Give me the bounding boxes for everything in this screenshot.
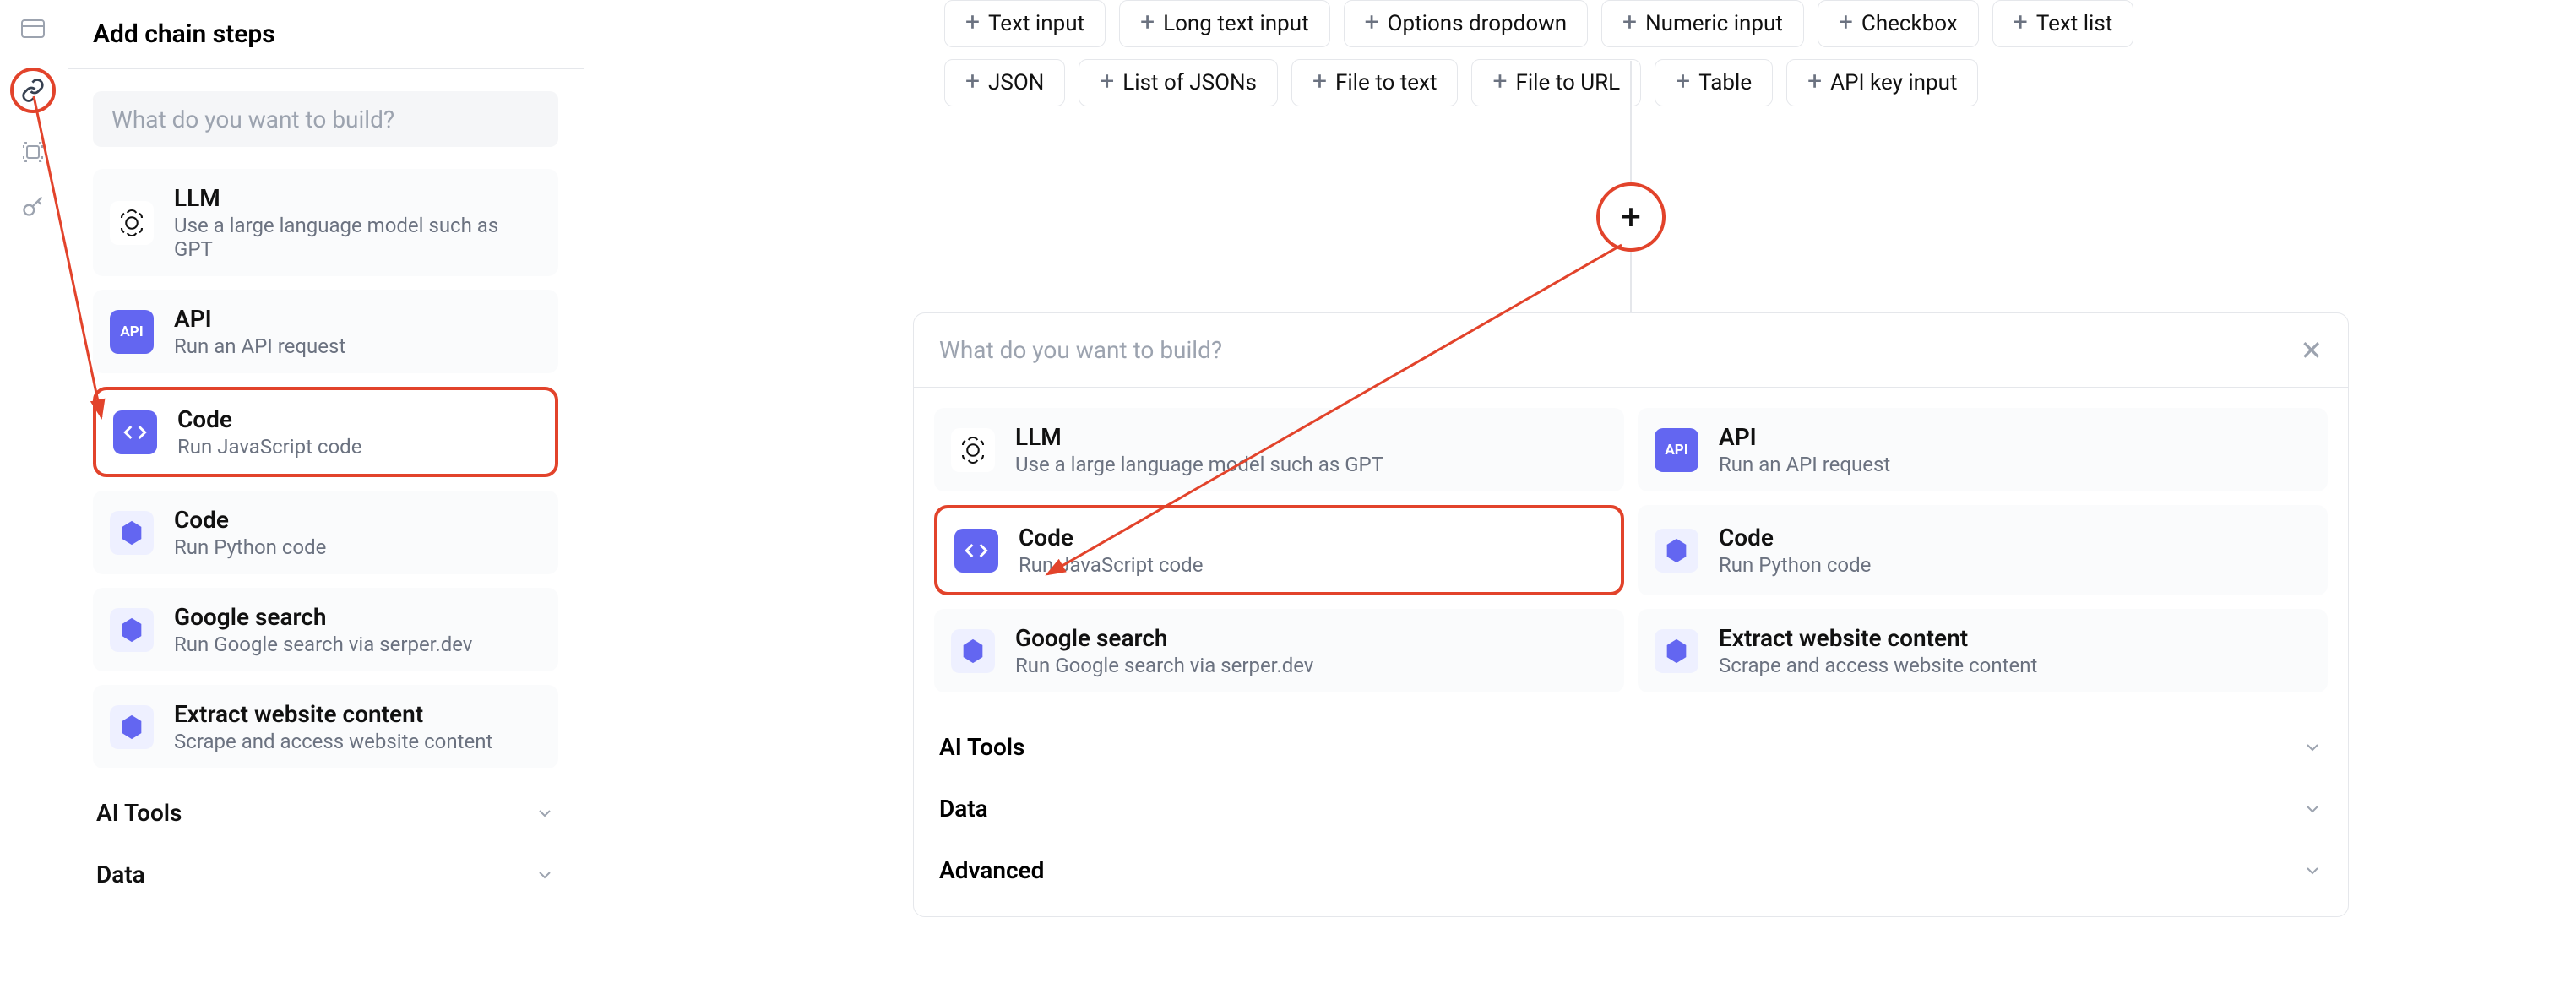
- panel-item-code[interactable]: CodeRun JavaScript code: [934, 505, 1624, 595]
- item-title: Extract website content: [174, 700, 492, 728]
- item-desc: Run an API request: [1719, 453, 1890, 476]
- pill-table[interactable]: +Table: [1655, 59, 1773, 106]
- item-desc: Run Python code: [1719, 553, 1871, 577]
- item-desc: Use a large language model such as GPT: [1015, 453, 1383, 476]
- canvas: +Text input +Long text input +Options drop…: [584, 0, 2576, 983]
- pill-api-key-input[interactable]: +API key input: [1786, 59, 1978, 106]
- sidebar: Add chain steps What do you want to buil…: [68, 0, 584, 983]
- panel-item-code[interactable]: CodeRun Python code: [1638, 505, 2328, 595]
- item-desc: Run Google search via serper.dev: [1015, 654, 1313, 677]
- pill-text-list[interactable]: +Text list: [1992, 0, 2134, 47]
- plus-icon: +: [1622, 8, 1637, 37]
- panel-item-extract-website-content[interactable]: Extract website contentScrape and access…: [1638, 609, 2328, 692]
- item-desc: Run Python code: [174, 535, 326, 559]
- panel-accordion-advanced[interactable]: Advanced: [939, 839, 2323, 901]
- close-icon[interactable]: ✕: [2300, 334, 2323, 367]
- panel-search[interactable]: What do you want to build?: [939, 336, 2300, 364]
- pill-json[interactable]: +JSON: [944, 59, 1065, 106]
- sidebar-item-llm[interactable]: LLMUse a large language model such as GP…: [93, 169, 558, 276]
- pill-file-to-url[interactable]: +File to URL: [1471, 59, 1641, 106]
- pill-file-to-text[interactable]: +File to text: [1291, 59, 1459, 106]
- sidebar-item-code[interactable]: CodeRun JavaScript code: [93, 387, 558, 477]
- item-title: LLM: [174, 184, 541, 212]
- item-title: Code: [1719, 524, 1871, 551]
- plus-icon: +: [1365, 8, 1379, 37]
- chain-icon[interactable]: [10, 68, 56, 113]
- step-picker-panel: What do you want to build? ✕ LLMUse a la…: [913, 312, 2349, 917]
- plus-icon: +: [1676, 67, 1690, 96]
- item-desc: Scrape and access website content: [174, 730, 492, 753]
- panel-item-api[interactable]: APIAPIRun an API request: [1638, 408, 2328, 492]
- key-icon[interactable]: [18, 191, 48, 221]
- sidebar-title: Add chain steps: [68, 0, 584, 69]
- group-icon[interactable]: [18, 137, 48, 167]
- pill-list-of-jsons[interactable]: +List of JSONs: [1079, 59, 1278, 106]
- item-title: API: [1719, 423, 1890, 451]
- item-title: Code: [177, 405, 361, 433]
- sidebar-item-api[interactable]: APIAPIRun an API request: [93, 290, 558, 373]
- item-desc: Run Google search via serper.dev: [174, 633, 472, 656]
- plus-icon: +: [1807, 67, 1822, 96]
- item-title: Google search: [1015, 624, 1313, 652]
- item-title: Extract website content: [1719, 624, 2037, 652]
- plus-icon: +: [2014, 8, 2028, 37]
- accordion-data[interactable]: Data: [93, 844, 558, 905]
- sidebar-item-extract-website-content[interactable]: Extract website contentScrape and access…: [93, 685, 558, 768]
- plus-icon: +: [1312, 67, 1327, 96]
- item-desc: Scrape and access website content: [1719, 654, 2037, 677]
- plus-icon: +: [1100, 67, 1114, 96]
- item-desc: Run an API request: [174, 334, 345, 358]
- plus-icon: +: [965, 8, 980, 37]
- sidebar-search[interactable]: What do you want to build?: [93, 91, 558, 147]
- pill-options-dropdown[interactable]: +Options dropdown: [1344, 0, 1588, 47]
- sidebar-item-google-search[interactable]: Google searchRun Google search via serpe…: [93, 588, 558, 671]
- pill-checkbox[interactable]: +Checkbox: [1818, 0, 1979, 47]
- item-title: Code: [1019, 524, 1203, 551]
- plus-icon: +: [965, 67, 980, 96]
- pill-long-text-input[interactable]: +Long text input: [1119, 0, 1330, 47]
- item-title: Code: [174, 506, 326, 534]
- card-icon[interactable]: [18, 14, 48, 44]
- sidebar-item-code[interactable]: CodeRun Python code: [93, 491, 558, 574]
- plus-icon: +: [1140, 8, 1155, 37]
- panel-item-google-search[interactable]: Google searchRun Google search via serpe…: [934, 609, 1624, 692]
- panel-accordion-data[interactable]: Data: [939, 778, 2323, 839]
- panel-item-llm[interactable]: LLMUse a large language model such as GP…: [934, 408, 1624, 492]
- plus-icon: +: [1839, 8, 1853, 37]
- item-title: LLM: [1015, 423, 1383, 451]
- item-title: API: [174, 305, 345, 333]
- pill-text-input[interactable]: +Text input: [944, 0, 1106, 47]
- panel-accordion-ai-tools[interactable]: AI Tools: [939, 716, 2323, 778]
- add-step-button[interactable]: +: [1596, 182, 1666, 252]
- item-title: Google search: [174, 603, 472, 631]
- nav-rail: [0, 0, 66, 983]
- pill-numeric-input[interactable]: +Numeric input: [1601, 0, 1804, 47]
- item-desc: Use a large language model such as GPT: [174, 214, 541, 261]
- item-desc: Run JavaScript code: [177, 435, 361, 459]
- plus-icon: +: [1492, 67, 1507, 96]
- item-desc: Run JavaScript code: [1019, 553, 1203, 577]
- accordion-ai-tools[interactable]: AI Tools: [93, 782, 558, 844]
